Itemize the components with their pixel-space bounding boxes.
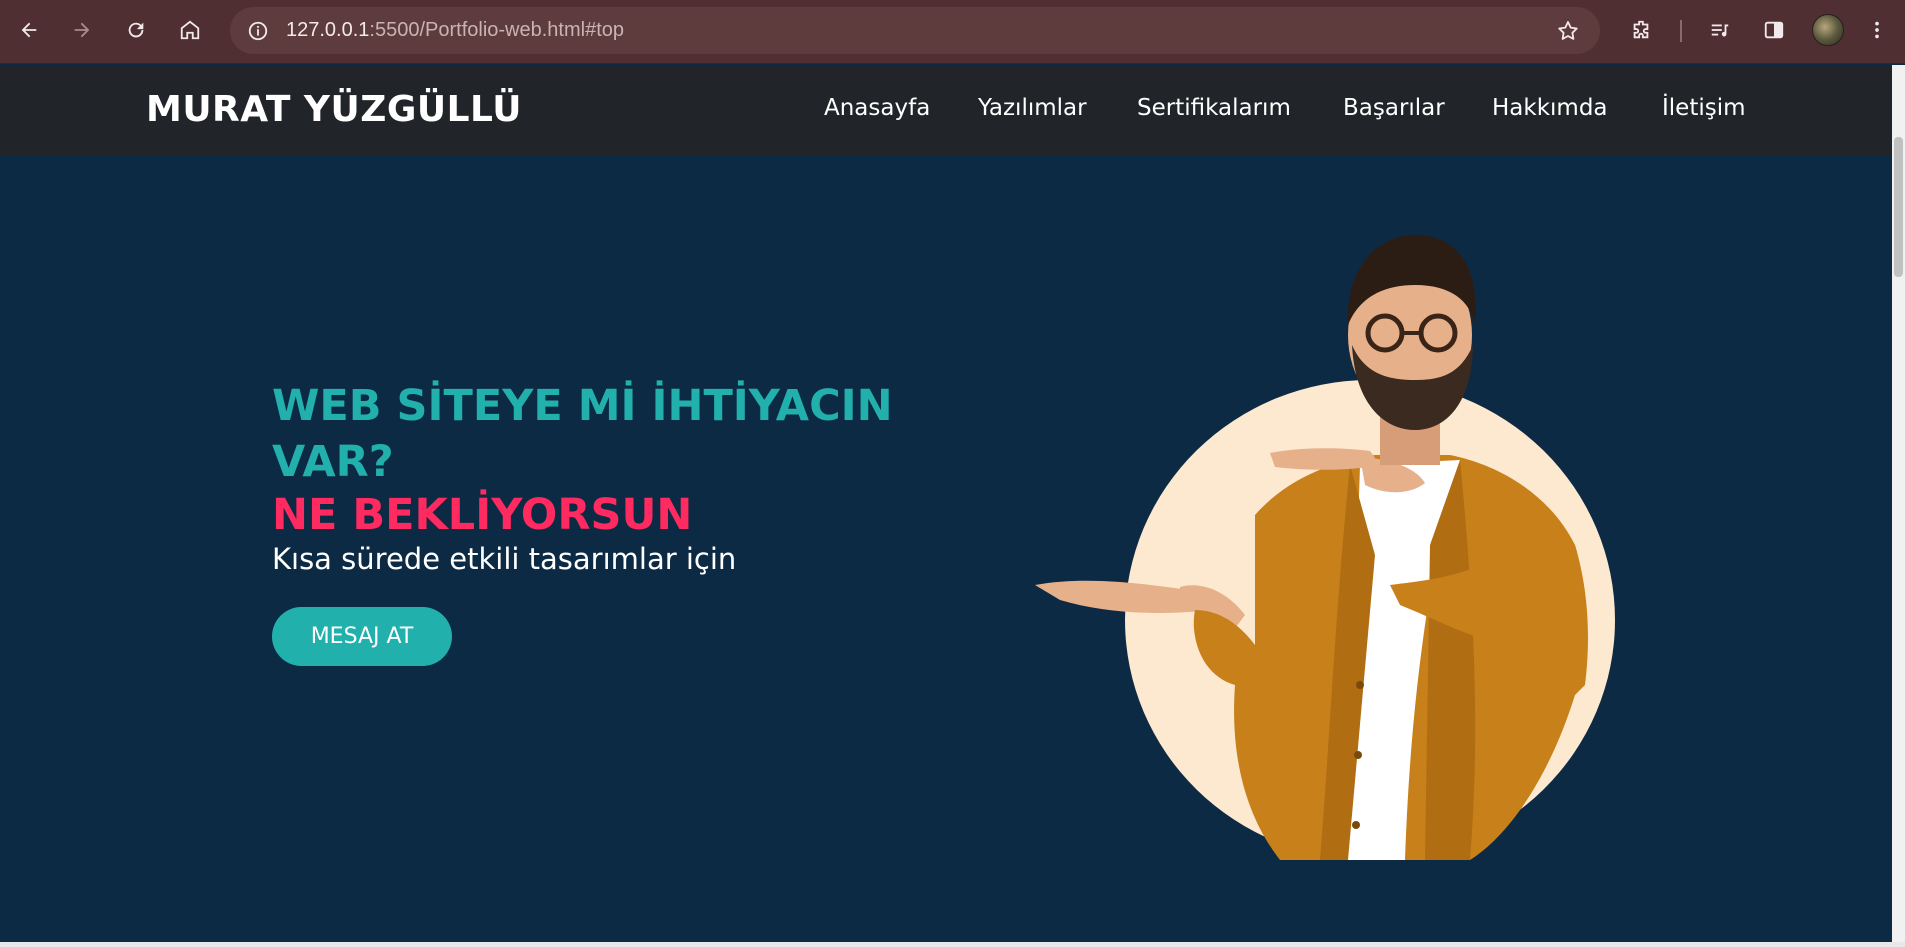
scrollbar-thumb[interactable] <box>1894 137 1903 277</box>
url-host: 127.0.0.1 <box>286 19 370 41</box>
reload-icon[interactable] <box>118 12 154 48</box>
home-icon[interactable] <box>172 12 208 48</box>
page-scrollbar[interactable] <box>1892 65 1905 942</box>
menu-dots-icon[interactable] <box>1859 12 1895 48</box>
site-navbar: MURAT YÜZGÜLLÜ Anasayfa Yazılımlar Serti… <box>0 65 1905 155</box>
send-message-button[interactable]: MESAJ AT <box>272 607 452 666</box>
profile-avatar[interactable] <box>1812 14 1844 46</box>
url-text[interactable]: 127.0.0.1:5500/Portfolio-web.html#top <box>286 19 624 42</box>
hero-headline-accent: NE BEKLİYORSUN <box>272 490 693 540</box>
nav-item-yazilimlar[interactable]: Yazılımlar <box>978 95 1087 121</box>
nav-item-hakkimda[interactable]: Hakkımda <box>1492 95 1608 121</box>
address-bar[interactable]: 127.0.0.1:5500/Portfolio-web.html#top <box>230 7 1600 54</box>
browser-toolbar: 127.0.0.1:5500/Portfolio-web.html#top <box>0 0 1905 64</box>
page-bottom-edge <box>0 942 1905 947</box>
hero-headline: WEB SİTEYE Mİ İHTİYACIN VAR? <box>272 381 893 487</box>
back-arrow-icon[interactable] <box>11 12 47 48</box>
nav-item-basarilar[interactable]: Başarılar <box>1343 95 1445 121</box>
media-queue-icon[interactable] <box>1702 12 1738 48</box>
toolbar-separator <box>1680 20 1682 42</box>
bookmark-star-icon[interactable] <box>1554 17 1582 45</box>
extensions-icon[interactable] <box>1623 12 1659 48</box>
url-path: :5500/Portfolio-web.html#top <box>369 19 625 41</box>
brand-logo[interactable]: MURAT YÜZGÜLLÜ <box>146 89 522 130</box>
hero-section: WEB SİTEYE Mİ İHTİYACIN VAR? NE BEKLİYOR… <box>0 155 1892 942</box>
nav-item-sertifikalarim[interactable]: Sertifikalarım <box>1137 95 1291 121</box>
forward-arrow-icon[interactable] <box>64 12 100 48</box>
hero-person-image <box>1035 235 1615 860</box>
nav-item-iletisim[interactable]: İletişim <box>1662 95 1746 121</box>
hero-subtitle: Kısa sürede etkili tasarımlar için <box>272 542 737 576</box>
site-info-icon[interactable] <box>244 17 272 45</box>
side-panel-icon[interactable] <box>1756 12 1792 48</box>
nav-item-anasayfa[interactable]: Anasayfa <box>824 95 930 121</box>
